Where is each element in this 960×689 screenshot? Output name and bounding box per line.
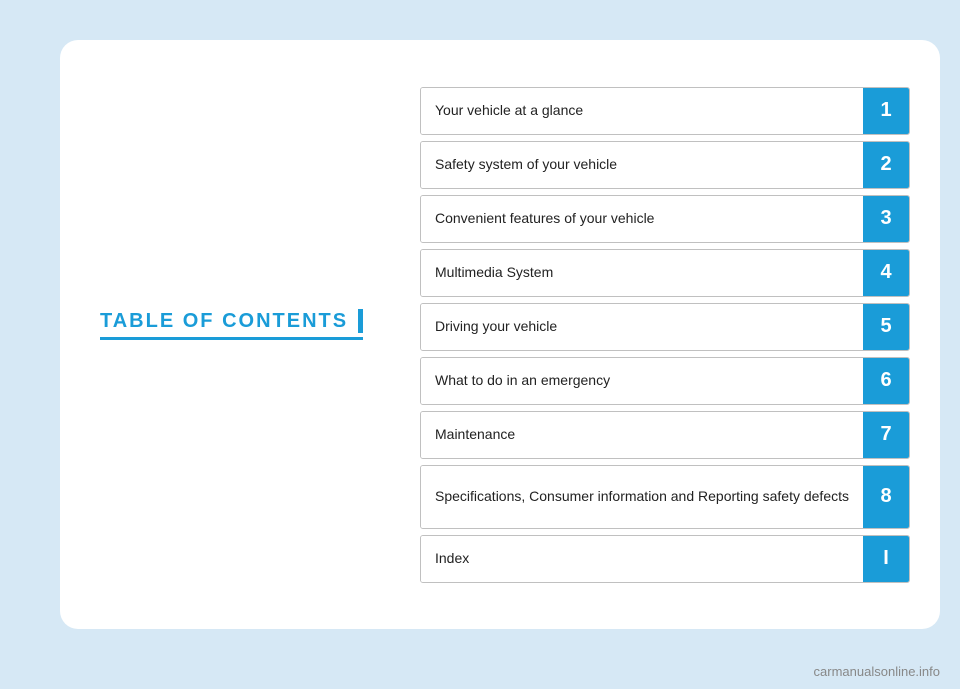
watermark: carmanualsonline.info: [814, 664, 940, 679]
toc-label-8: Specifications, Consumer information and…: [421, 466, 863, 528]
toc-label-6: What to do in an emergency: [421, 358, 863, 404]
toc-number-4: 4: [863, 250, 909, 296]
toc-number-3: 3: [863, 196, 909, 242]
toc-title: TABLE OF CONTENTS: [100, 309, 363, 340]
toc-row-1[interactable]: Your vehicle at a glance1: [420, 87, 910, 135]
toc-label-2: Safety system of your vehicle: [421, 142, 863, 188]
toc-row-4[interactable]: Multimedia System4: [420, 249, 910, 297]
toc-label-3: Convenient features of your vehicle: [421, 196, 863, 242]
toc-number-8: 8: [863, 466, 909, 528]
toc-number-5: 5: [863, 304, 909, 350]
toc-row-7[interactable]: Maintenance7: [420, 411, 910, 459]
toc-label-7: Maintenance: [421, 412, 863, 458]
toc-row-8[interactable]: Specifications, Consumer information and…: [420, 465, 910, 529]
toc-title-text: TABLE OF CONTENTS: [100, 310, 348, 333]
title-bar-decoration: [358, 309, 363, 333]
toc-number-7: 7: [863, 412, 909, 458]
toc-row-3[interactable]: Convenient features of your vehicle3: [420, 195, 910, 243]
main-card: TABLE OF CONTENTS Your vehicle at a glan…: [60, 40, 940, 629]
left-panel: TABLE OF CONTENTS: [60, 309, 400, 360]
toc-number-2: 2: [863, 142, 909, 188]
toc-label-4: Multimedia System: [421, 250, 863, 296]
toc-row-9[interactable]: IndexI: [420, 535, 910, 583]
toc-row-5[interactable]: Driving your vehicle5: [420, 303, 910, 351]
toc-row-2[interactable]: Safety system of your vehicle2: [420, 141, 910, 189]
toc-row-6[interactable]: What to do in an emergency6: [420, 357, 910, 405]
toc-number-6: 6: [863, 358, 909, 404]
toc-label-5: Driving your vehicle: [421, 304, 863, 350]
toc-list: Your vehicle at a glance1Safety system o…: [400, 57, 940, 613]
toc-label-1: Your vehicle at a glance: [421, 88, 863, 134]
toc-label-9: Index: [421, 536, 863, 582]
toc-number-9: I: [863, 536, 909, 582]
toc-number-1: 1: [863, 88, 909, 134]
